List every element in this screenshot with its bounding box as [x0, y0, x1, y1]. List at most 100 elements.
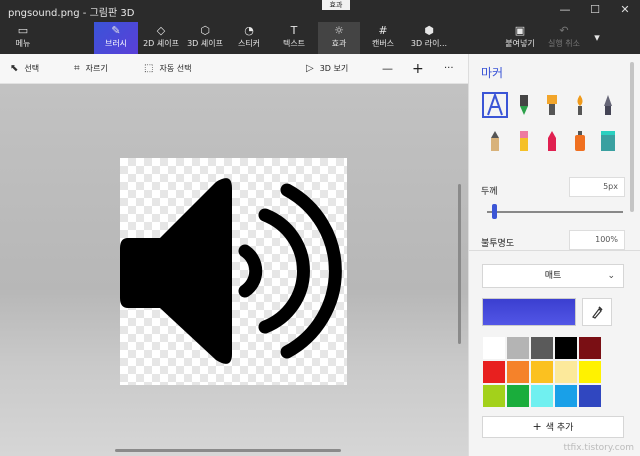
- color-swatch[interactable]: [482, 336, 506, 360]
- color-swatch[interactable]: [554, 336, 578, 360]
- pixel-pen-button[interactable]: [595, 92, 621, 118]
- thickness-slider[interactable]: [487, 211, 623, 213]
- pencil-button[interactable]: [482, 128, 508, 154]
- color-swatch[interactable]: [530, 336, 554, 360]
- select-button[interactable]: ⬉ 선택: [10, 54, 39, 84]
- eraser-button[interactable]: [511, 128, 537, 154]
- effects-tooltip: 효과: [322, 0, 350, 10]
- close-button[interactable]: ✕: [610, 0, 640, 22]
- plus-icon: +: [532, 420, 542, 433]
- canvas-area[interactable]: [0, 84, 468, 456]
- paste-icon: ▣: [514, 24, 526, 37]
- finish-value: 매트: [544, 271, 562, 281]
- crop-icon: ⌗: [74, 63, 80, 74]
- color-swatch[interactable]: [530, 360, 554, 384]
- color-swatch[interactable]: [482, 384, 506, 408]
- spray-can-button[interactable]: [567, 128, 593, 154]
- canvas-icon: #: [378, 24, 388, 37]
- panel-title: 마커: [481, 66, 504, 80]
- zoom-in-button[interactable]: +: [412, 54, 424, 84]
- chevron-down-icon: ⌄: [607, 271, 615, 281]
- oil-brush-button[interactable]: [539, 92, 565, 118]
- undo-label: 실행 취소: [548, 39, 580, 48]
- 3d-library-icon: ⬢: [424, 24, 434, 37]
- watermark: ttfix.tistory.com: [563, 443, 635, 453]
- text-icon: T: [290, 24, 298, 37]
- crop-label: 자르기: [85, 64, 108, 73]
- thickness-slider-thumb[interactable]: [491, 204, 497, 219]
- thickness-input[interactable]: 5px: [569, 177, 625, 197]
- tab-label: 2D 셰이프: [143, 39, 179, 48]
- crop-button[interactable]: ⌗ 자르기: [74, 54, 108, 84]
- maximize-button[interactable]: ☐: [580, 0, 610, 22]
- paste-label: 붙여넣기: [505, 39, 535, 48]
- window-title: pngsound.png - 그림판 3D: [8, 8, 135, 19]
- color-swatch[interactable]: [530, 384, 554, 408]
- tab-2d-shapes[interactable]: ◇ 2D 셰이프: [140, 22, 182, 54]
- fill-button[interactable]: [595, 128, 621, 154]
- crayon-icon: [548, 131, 556, 151]
- paste-button[interactable]: ▣ 붙여넣기: [500, 22, 540, 54]
- color-swatch[interactable]: [482, 360, 506, 384]
- image-canvas[interactable]: [120, 158, 347, 385]
- tab-3d-library[interactable]: ⬢ 3D 라이...: [406, 22, 452, 54]
- color-swatch[interactable]: [578, 336, 602, 360]
- select-label: 선택: [24, 64, 40, 73]
- more-options-button[interactable]: ···: [444, 54, 454, 84]
- oil-brush-icon: [547, 95, 557, 115]
- marker-brush-button[interactable]: [482, 92, 508, 118]
- eyedropper-button[interactable]: [582, 298, 612, 326]
- tab-label: 효과: [331, 39, 347, 48]
- calligraphy-pen-icon: [520, 95, 528, 115]
- add-color-button[interactable]: + 색 추가: [482, 416, 624, 438]
- canvas-toolbar: ⬉ 선택 ⌗ 자르기 ⬚ 자동 선택 ▷ 3D 보기 — + ···: [0, 54, 468, 84]
- eraser-icon: [520, 131, 528, 151]
- pencil-icon: [491, 131, 499, 151]
- tab-label: 3D 셰이프: [187, 39, 223, 48]
- watercolor-icon: [577, 95, 583, 115]
- finish-dropdown[interactable]: 매트 ⌄: [482, 264, 624, 288]
- color-swatch[interactable]: [506, 360, 530, 384]
- zoom-out-button[interactable]: —: [382, 54, 393, 84]
- calligraphy-pen-button[interactable]: [511, 92, 537, 118]
- pixel-pen-icon: [604, 95, 612, 115]
- magic-select-button[interactable]: ⬚ 자동 선택: [144, 54, 191, 84]
- panel-divider: [469, 250, 640, 251]
- color-palette: [482, 336, 602, 408]
- chevron-down-icon: ▾: [594, 31, 600, 44]
- panel-scrollbar-thumb[interactable]: [630, 62, 634, 212]
- more-ribbon-button[interactable]: ▾: [588, 22, 606, 54]
- color-swatch[interactable]: [554, 384, 578, 408]
- view-3d-button[interactable]: ▷ 3D 보기: [306, 54, 348, 84]
- horizontal-scrollbar[interactable]: [115, 449, 341, 452]
- color-swatch[interactable]: [506, 384, 530, 408]
- cursor-icon: ⬉: [10, 63, 19, 74]
- tab-effects[interactable]: ☼ 효과: [318, 22, 360, 54]
- spray-can-icon: [575, 131, 585, 151]
- color-swatch[interactable]: [506, 336, 530, 360]
- tab-stickers[interactable]: ◔ 스티커: [230, 22, 268, 54]
- tab-canvas[interactable]: # 캔버스: [364, 22, 402, 54]
- tab-label: 3D 라이...: [410, 39, 448, 48]
- tab-brushes[interactable]: ✎ 브러시: [94, 22, 138, 54]
- undo-button[interactable]: ↶ 실행 취소: [544, 22, 584, 54]
- brush-icon: ✎: [111, 24, 121, 37]
- panel-scrollbar[interactable]: [628, 62, 636, 248]
- opacity-input[interactable]: 100%: [569, 230, 625, 250]
- tab-label: 브러시: [104, 39, 128, 48]
- magic-select-label: 자동 선택: [159, 64, 192, 73]
- color-swatch[interactable]: [554, 360, 578, 384]
- crayon-button[interactable]: [539, 128, 565, 154]
- title-bar: pngsound.png - 그림판 3D 효과 — ☐ ✕: [0, 0, 640, 22]
- tab-text[interactable]: T 텍스트: [274, 22, 314, 54]
- color-swatch[interactable]: [578, 360, 602, 384]
- minimize-button[interactable]: —: [550, 0, 580, 22]
- vertical-scrollbar[interactable]: [458, 184, 461, 344]
- tab-3d-shapes[interactable]: ⬡ 3D 셰이프: [184, 22, 226, 54]
- view-3d-label: 3D 보기: [319, 64, 349, 73]
- color-swatch[interactable]: [578, 384, 602, 408]
- menu-button[interactable]: ▭ 메뉴: [6, 22, 40, 54]
- watercolor-button[interactable]: [567, 92, 593, 118]
- 2d-shapes-icon: ◇: [156, 24, 166, 37]
- current-color-swatch[interactable]: [482, 298, 576, 326]
